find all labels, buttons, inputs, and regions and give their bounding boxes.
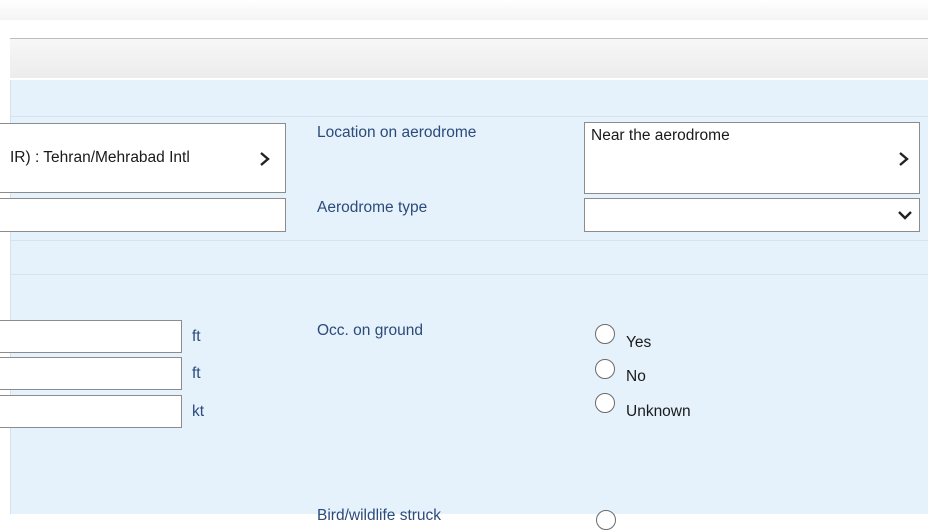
aerodrome-value: IR) : Tehran/Mehrabad Intl	[10, 149, 190, 166]
speed-unit: kt	[192, 403, 205, 420]
top-fade	[0, 0, 928, 20]
occ-on-ground-label: Occ. on ground	[317, 322, 423, 339]
height-field[interactable]	[0, 357, 182, 390]
radio-circle[interactable]	[595, 324, 615, 344]
speed-field[interactable]	[0, 395, 182, 428]
separator	[10, 274, 928, 275]
radio-circle[interactable]	[596, 510, 616, 530]
bird-wildlife-label: Bird/wildlife struck	[317, 507, 442, 524]
altitude-field[interactable]	[0, 320, 182, 353]
location-value: Near the aerodrome	[591, 127, 730, 144]
radio-circle[interactable]	[595, 393, 615, 413]
height-unit: ft	[192, 365, 201, 382]
aerodrome-type-select[interactable]	[584, 198, 920, 232]
aerodrome-selector[interactable]: IR) : Tehran/Mehrabad Intl	[0, 123, 286, 193]
altitude-unit: ft	[192, 328, 201, 345]
separator	[10, 116, 928, 117]
aerodrome-type-label: Aerodrome type	[317, 199, 428, 216]
chevron-right-icon	[899, 152, 909, 166]
radio-unknown-label: Unknown	[626, 403, 691, 420]
chevron-down-icon	[898, 211, 912, 220]
radio-yes-label: Yes	[626, 334, 652, 351]
location-on-aerodrome-label: Location on aerodrome	[317, 124, 477, 141]
aerodrome-name-field[interactable]	[0, 198, 286, 232]
separator	[10, 240, 928, 241]
location-on-aerodrome-selector[interactable]: Near the aerodrome	[584, 122, 920, 194]
chevron-right-icon	[260, 152, 270, 166]
radio-circle[interactable]	[595, 359, 615, 379]
radio-no-label: No	[626, 368, 646, 385]
section-header-bar	[10, 38, 928, 78]
